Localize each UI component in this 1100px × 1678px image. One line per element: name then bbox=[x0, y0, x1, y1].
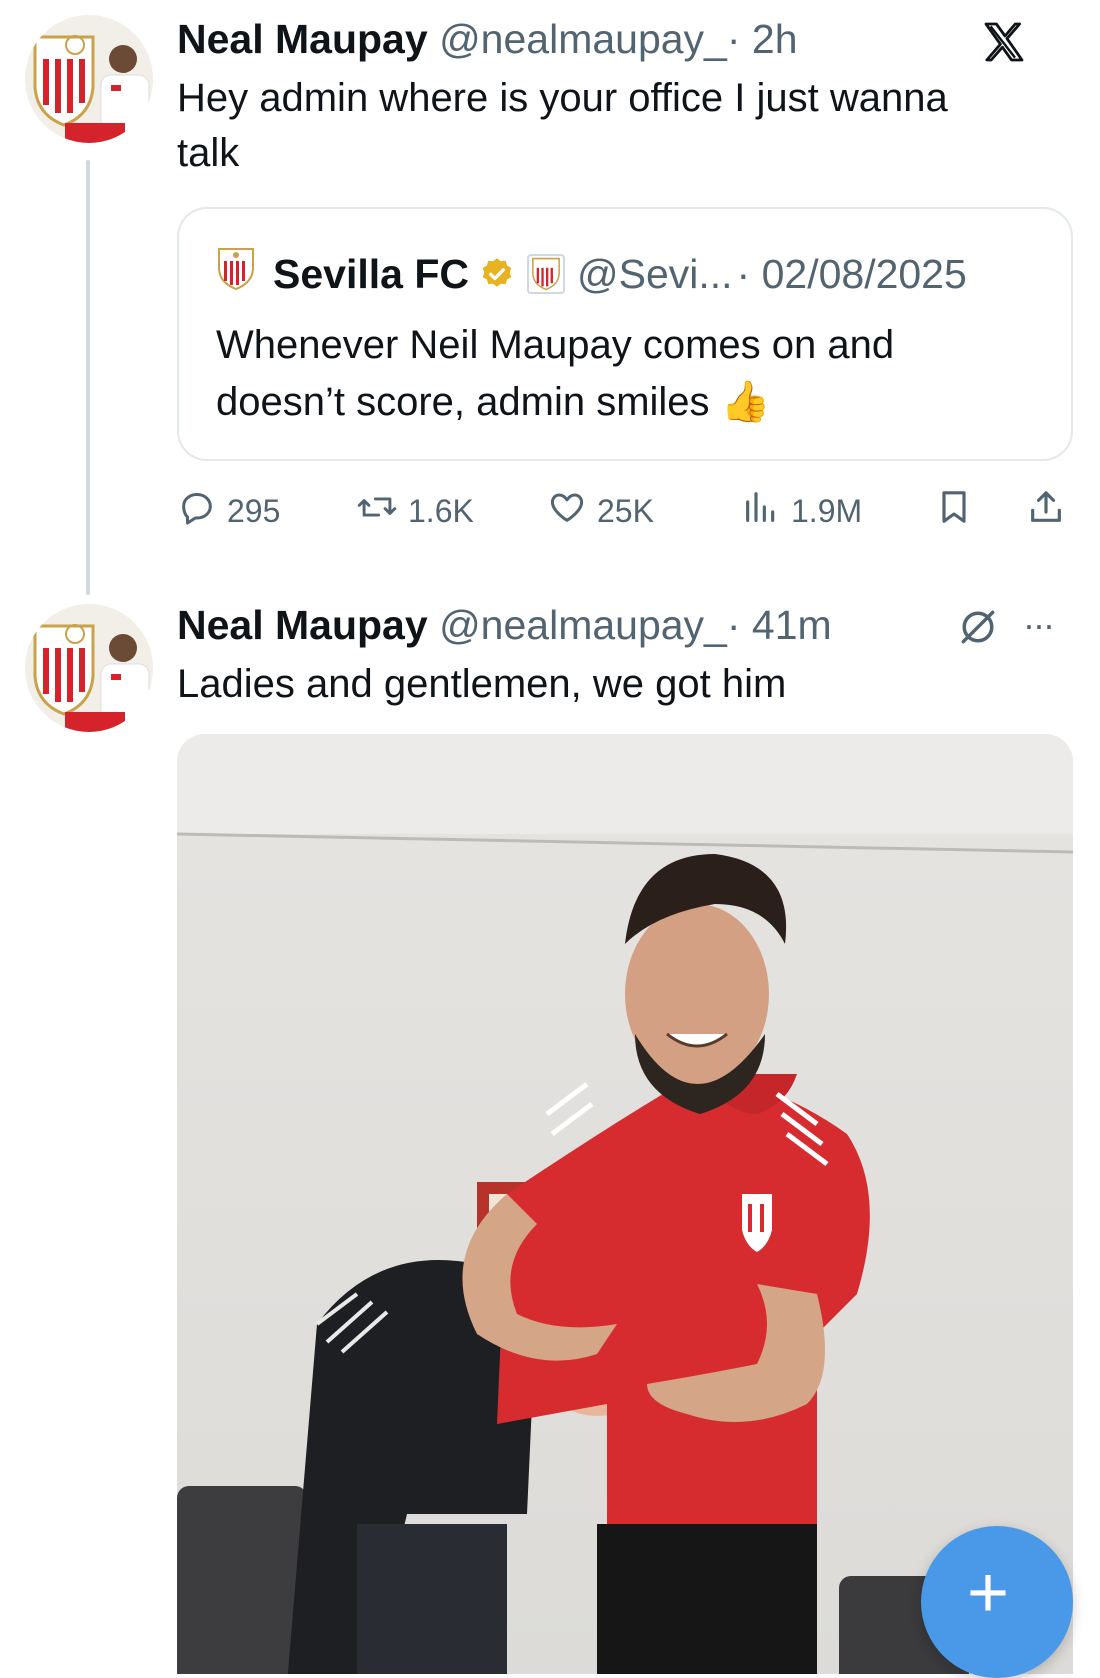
x-logo-icon[interactable] bbox=[980, 18, 1028, 66]
author-name[interactable]: Neal Maupay bbox=[177, 602, 428, 648]
tweet-text-line: Hey admin where is your office I just wa… bbox=[177, 76, 948, 120]
avatar[interactable] bbox=[25, 15, 153, 143]
thumbs-up-emoji: 👍 bbox=[720, 380, 771, 424]
quoted-tweet-text: Whenever Neil Maupay comes on and doesn’… bbox=[216, 317, 1056, 431]
tweet-text: Ladies and gentlemen, we got him bbox=[177, 662, 787, 706]
quoted-tweet-date[interactable]: · 02/08/2025 bbox=[737, 251, 967, 298]
tweet-header: Neal Maupay @nealmaupay_· 2h bbox=[177, 15, 798, 63]
grok-icon[interactable] bbox=[956, 605, 1000, 654]
reply-icon bbox=[177, 487, 227, 535]
more-icon[interactable]: ··· bbox=[1023, 604, 1055, 646]
tweet-text: Hey admin where is your office I just wa… bbox=[177, 71, 948, 181]
quoted-tweet[interactable]: Sevilla FC @Sevi... · 02/08/2025 Wheneve… bbox=[177, 207, 1073, 461]
views-button[interactable]: 1.9M bbox=[741, 488, 862, 534]
share-button[interactable] bbox=[1026, 488, 1076, 534]
reply-count: 295 bbox=[227, 492, 281, 529]
tweet-time[interactable]: · 41m bbox=[727, 602, 832, 648]
bookmark-icon bbox=[934, 487, 984, 535]
author-handle[interactable]: @nealmaupay_ bbox=[439, 16, 727, 62]
views-icon bbox=[741, 487, 791, 535]
repost-button[interactable]: 1.6K bbox=[356, 488, 474, 534]
author-handle[interactable]: @nealmaupay_ bbox=[439, 602, 727, 648]
compose-button[interactable]: + bbox=[921, 1526, 1073, 1678]
affiliate-crest-icon bbox=[526, 254, 565, 294]
author-name[interactable]: Neal Maupay bbox=[177, 16, 428, 62]
verified-badge-icon bbox=[479, 256, 515, 292]
quoted-text-line: doesn’t score, admin smiles 👍 bbox=[216, 374, 1056, 431]
tweet-photo[interactable] bbox=[177, 734, 1073, 1674]
repost-icon bbox=[356, 487, 408, 535]
tweet-time[interactable]: · 2h bbox=[727, 16, 798, 62]
plus-icon: + bbox=[966, 1553, 1010, 1633]
tweet-header: Neal Maupay @nealmaupay_· 41m bbox=[177, 601, 832, 649]
bookmark-button[interactable] bbox=[934, 488, 984, 534]
like-button[interactable]: 25K bbox=[547, 488, 654, 534]
quoted-tweet-header: Sevilla FC @Sevi... · 02/08/2025 bbox=[217, 247, 967, 301]
repost-count: 1.6K bbox=[408, 492, 474, 529]
avatar[interactable] bbox=[25, 604, 153, 732]
tweet-text-line: talk bbox=[177, 131, 240, 175]
share-icon bbox=[1026, 487, 1076, 535]
quoted-text-line: Whenever Neil Maupay comes on and bbox=[216, 323, 895, 367]
quoted-author-name[interactable]: Sevilla FC bbox=[273, 251, 469, 298]
views-count: 1.9M bbox=[791, 492, 863, 529]
quoted-author-handle[interactable]: @Sevi... bbox=[577, 251, 733, 298]
thread-line bbox=[86, 160, 90, 595]
like-icon bbox=[547, 487, 597, 535]
like-count: 25K bbox=[597, 492, 654, 529]
sevilla-crest-icon bbox=[217, 247, 255, 301]
quoted-text-line-content: doesn’t score, admin smiles bbox=[216, 380, 710, 424]
reply-button[interactable]: 295 bbox=[177, 488, 280, 534]
